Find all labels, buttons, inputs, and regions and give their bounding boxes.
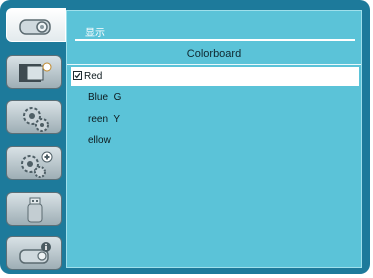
display-picture-icon	[19, 62, 52, 82]
settings-gear-icon	[23, 107, 49, 132]
menu-item-label: ellow	[88, 135, 111, 146]
usb-memory-icon	[27, 197, 43, 223]
menu-item-blue-g[interactable]: Blue G	[71, 88, 359, 107]
tab-settings[interactable]	[6, 100, 62, 134]
osd-menu-frame: 显示 Colorboard Red Blue G reen Y ellow	[0, 0, 370, 274]
tab-image[interactable]	[6, 55, 62, 89]
tab-extended[interactable]	[6, 146, 62, 180]
menu-item-red[interactable]: Red	[71, 67, 359, 86]
menu-item-label: Red	[84, 71, 103, 82]
checkbox-checked-icon[interactable]	[73, 71, 82, 80]
menu-panel: 显示 Colorboard Red Blue G reen Y ellow	[66, 10, 362, 268]
projector-icon	[19, 19, 51, 35]
tab-memory-viewer[interactable]	[6, 192, 62, 226]
tab-display[interactable]	[6, 8, 66, 42]
extended-settings-icon	[21, 151, 53, 178]
menu-item-label: Blue G	[88, 92, 122, 103]
info-icon	[19, 242, 51, 264]
menu-item-ellow[interactable]: ellow	[71, 131, 359, 150]
tab-information[interactable]	[6, 236, 62, 270]
menu-tab-bar	[6, 8, 66, 270]
submenu-header: Colorboard	[186, 48, 242, 60]
submenu-divider	[67, 64, 361, 65]
title-divider	[75, 39, 355, 41]
menu-title: 显示	[85, 28, 105, 39]
menu-item-reen-y[interactable]: reen Y	[71, 110, 359, 129]
menu-item-label: reen Y	[88, 114, 121, 125]
